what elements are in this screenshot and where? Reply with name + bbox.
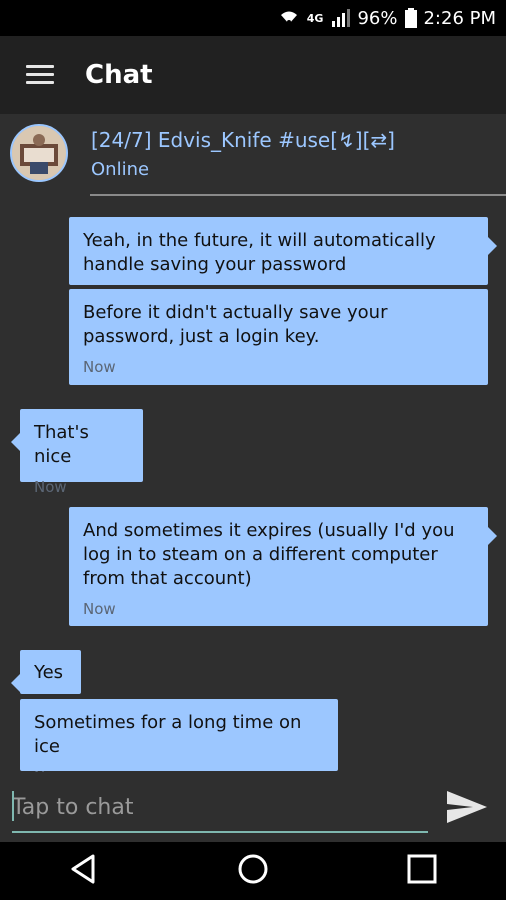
menu-icon[interactable] [26, 65, 54, 85]
text-cursor [12, 791, 14, 821]
contact-header[interactable] [0, 114, 506, 196]
contact-status: Online [91, 159, 150, 180]
message-text: Sometimes for a long time on ice [34, 712, 302, 757]
message-text: Yes [34, 662, 64, 683]
message-text: And sometimes it expires (usually I'd yo… [83, 520, 455, 589]
message-text: That's nice [34, 422, 89, 467]
message-bubble[interactable]: That's nice Now [11, 409, 143, 496]
back-icon[interactable] [67, 852, 101, 890]
message-time: Now [34, 478, 67, 496]
wifi-icon [279, 10, 299, 26]
recents-icon[interactable] [405, 852, 439, 890]
message-bubble[interactable]: Yeah, in the future, it will automatical… [69, 217, 497, 285]
chat-input[interactable] [12, 787, 428, 833]
message-text: Before it didn't actually save your pass… [83, 302, 388, 347]
message-bubble[interactable]: Yes [11, 650, 81, 694]
system-nav-bar [0, 842, 506, 900]
send-icon[interactable] [445, 789, 489, 829]
message-bubble[interactable]: Sometimes for a long time on ice Now [20, 699, 338, 786]
signal-icon [331, 9, 351, 27]
clock: 2:26 PM [423, 7, 496, 29]
message-time: Now [83, 358, 116, 376]
avatar[interactable] [10, 124, 68, 182]
message-bubble[interactable]: And sometimes it expires (usually I'd yo… [69, 507, 497, 626]
message-bubble[interactable]: Before it didn't actually save your pass… [69, 289, 488, 385]
battery-percent: 96% [357, 7, 398, 29]
battery-icon [405, 8, 418, 28]
divider [90, 194, 506, 196]
message-text: Yeah, in the future, it will automatical… [83, 230, 436, 275]
contact-name: [24/7] Edvis_Knife #use[↯][⇄] [91, 128, 395, 152]
message-time: Now [83, 600, 116, 618]
app-bar: Chat [0, 36, 506, 114]
status-bar: 4G 96% 2:26 PM [0, 0, 506, 36]
network-type-label: 4G [306, 11, 324, 25]
home-icon[interactable] [236, 852, 270, 890]
page-title: Chat [85, 60, 153, 90]
